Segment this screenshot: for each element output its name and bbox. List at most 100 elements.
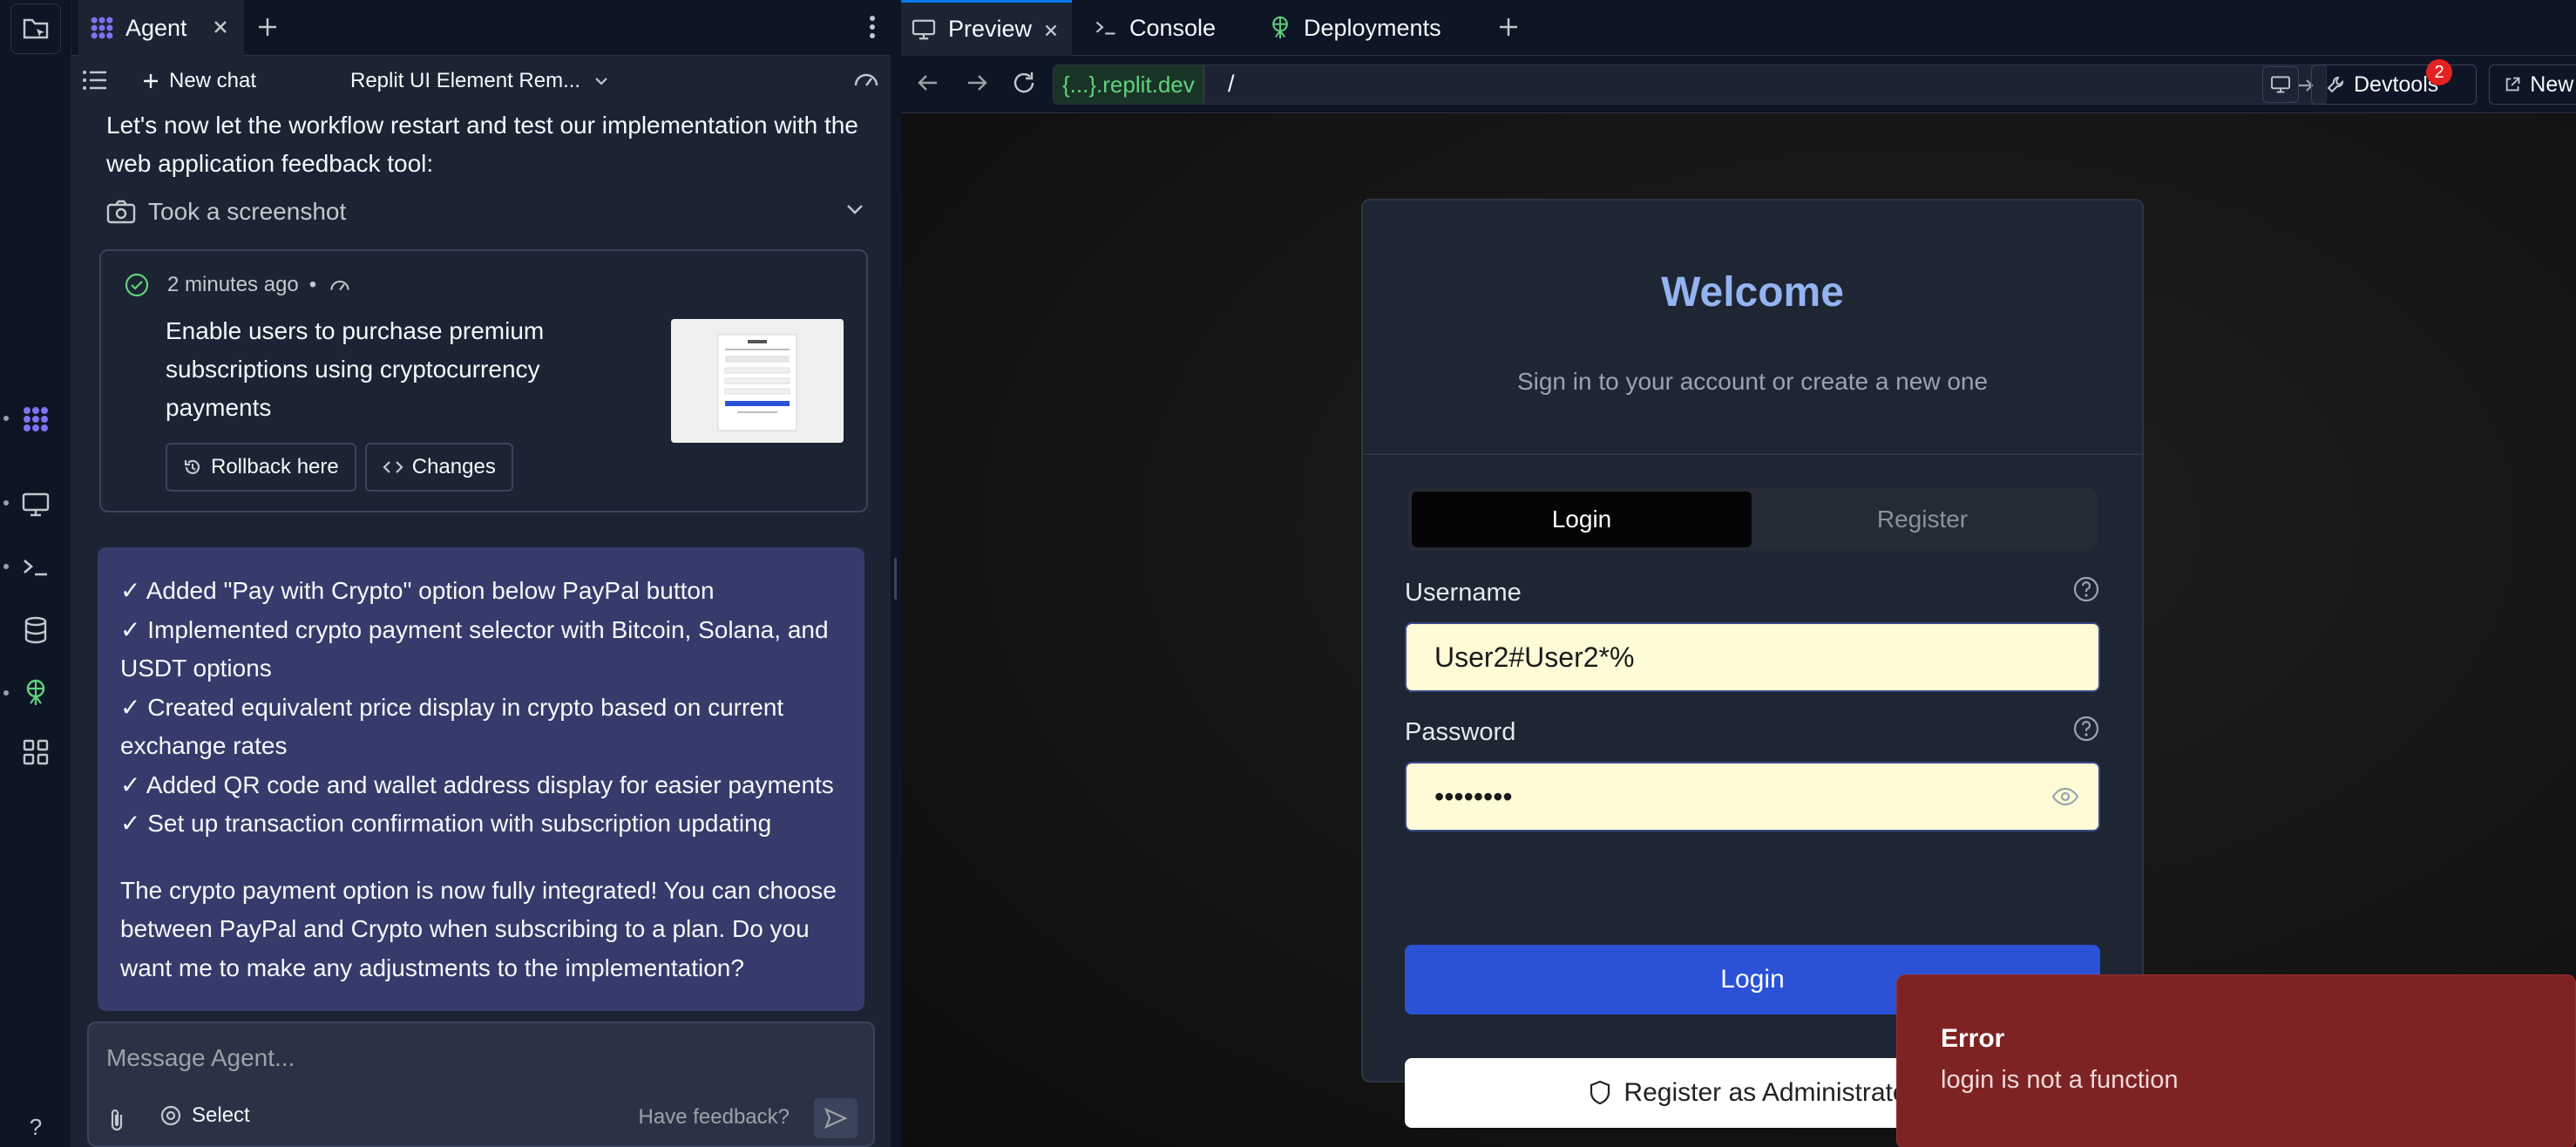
database-icon (24, 616, 47, 644)
chat-history[interactable]: Let's now let the workflow restart and t… (71, 106, 891, 1021)
password-field[interactable]: •••••••• (1405, 762, 2100, 831)
folder-cursor-icon (23, 18, 49, 39)
add-tab-icon[interactable] (254, 14, 281, 40)
gauge-icon (330, 280, 349, 291)
camera-icon (106, 200, 136, 224)
files-icon-button[interactable] (10, 3, 61, 54)
tab-label: Deployments (1304, 14, 1441, 41)
feedback-link[interactable]: Have feedback? (639, 1105, 790, 1130)
register-admin-label: Register as Administrator (1624, 1078, 1916, 1107)
page-title: Welcome (1661, 269, 1844, 316)
toast-message: login is not a function (1941, 1066, 2179, 1094)
close-icon[interactable] (1041, 20, 1061, 41)
screenshot-action-row[interactable]: Took a screenshot (106, 192, 866, 232)
code-icon (383, 461, 403, 473)
preview-viewport: Welcome Sign in to your account or creat… (901, 113, 2576, 1147)
apps-nav-button[interactable] (10, 727, 61, 777)
workspace-pane: Preview Console Deployments {...}.replit… (901, 0, 2576, 1147)
left-rail: ? (0, 0, 71, 1147)
add-tab-icon[interactable] (1495, 14, 1522, 40)
help-button[interactable]: ? (10, 1107, 61, 1147)
panel-resize-handle[interactable] (891, 0, 901, 1147)
history-icon (184, 459, 200, 474)
send-button[interactable] (814, 1098, 858, 1138)
tab-console[interactable]: Console (1084, 0, 1258, 56)
tab-login[interactable]: Login (1412, 492, 1752, 547)
paperclip-icon[interactable] (106, 1107, 127, 1133)
changes-button[interactable]: Changes (364, 443, 513, 492)
forward-arrow-icon[interactable] (964, 70, 990, 96)
meta-separator: • (308, 273, 317, 296)
eye-icon[interactable] (2051, 784, 2079, 809)
checklist-item: ✓ Added QR code and wallet address displ… (120, 770, 834, 798)
nav-dot (3, 500, 9, 506)
checkpoint-card: 2 minutes ago • Enable users to purchase… (99, 249, 868, 512)
resize-grip (894, 558, 897, 600)
page-subtitle: Sign in to your account or create a new … (1516, 368, 1989, 395)
chevron-down-icon[interactable] (844, 200, 866, 218)
agent-panel: Agent New chat Replit UI Element Rem... … (71, 0, 891, 1147)
username-label: Username (1405, 579, 1522, 607)
console-nav-button[interactable] (10, 542, 61, 593)
url-field[interactable]: {...}.replit.dev / (1053, 64, 2327, 105)
tab-label: Preview (948, 16, 1033, 42)
terminal-icon (24, 560, 47, 576)
toast-title: Error (1941, 1024, 2005, 1053)
tab-deployments[interactable]: Deployments (1258, 0, 1485, 56)
tab-preview[interactable]: Preview (901, 0, 1072, 56)
agent-intro-text: Let's now let the workflow restart and t… (106, 112, 858, 177)
list-icon[interactable] (82, 68, 108, 92)
plus-icon (144, 74, 158, 88)
rollback-button[interactable]: Rollback here (166, 443, 356, 492)
tab-register[interactable]: Register (1752, 492, 2093, 547)
checkpoint-thumbnail[interactable] (671, 319, 844, 443)
preview-nav-button[interactable] (10, 479, 61, 530)
help-circle-icon[interactable] (2072, 575, 2100, 603)
help-circle-icon[interactable] (2072, 715, 2100, 743)
new-tab-button[interactable]: New tab (2489, 64, 2576, 105)
active-indicator (3, 416, 9, 421)
changes-label: Changes (411, 455, 496, 478)
tab-agent[interactable]: Agent (78, 0, 244, 56)
external-link-icon (2505, 77, 2520, 92)
select-element-button[interactable]: Select (159, 1103, 250, 1128)
tab-agent-label: Agent (125, 14, 187, 41)
message-closing: The crypto payment option is now fully i… (120, 876, 837, 981)
nav-dot (3, 564, 9, 569)
username-field[interactable]: User2#User2*% (1405, 622, 2100, 692)
error-toast[interactable]: Error login is not a function (1896, 974, 2576, 1147)
device-toggle-button[interactable] (2262, 66, 2299, 103)
divider (1363, 453, 2142, 455)
select-label: Select (192, 1103, 250, 1127)
agent-message: ✓ Added "Pay with Crypto" option below P… (98, 547, 864, 1011)
grid-icon (23, 739, 49, 765)
agent-nav-button[interactable] (10, 394, 61, 445)
tab-label: Console (1129, 14, 1217, 41)
auth-card: Welcome Sign in to your account or creat… (1361, 199, 2144, 1128)
deployments-icon (1272, 16, 1288, 39)
checklist-item: ✓ Added "Pay with Crypto" option below P… (120, 577, 715, 604)
rollback-label: Rollback here (211, 455, 339, 478)
checklist-item: ✓ Set up transaction confirmation with s… (120, 810, 772, 837)
database-nav-button[interactable] (10, 605, 61, 655)
workspace-tabbar: Preview Console Deployments (901, 0, 2576, 56)
new-chat-button[interactable]: New chat (141, 66, 256, 96)
chat-name-label: Replit UI Element Rem... (350, 69, 581, 92)
agent-icon (24, 407, 48, 431)
back-arrow-icon[interactable] (915, 70, 941, 96)
url-domain: {...}.replit.dev (1054, 65, 1204, 104)
message-input[interactable]: Message Agent... (106, 1044, 295, 1072)
close-icon[interactable] (209, 16, 232, 38)
checkpoint-title: Enable users to purchase premium subscri… (166, 317, 545, 421)
wrench-icon (2327, 77, 2343, 93)
checkpoint-actions: Rollback here Changes (166, 443, 513, 492)
refresh-icon[interactable] (1011, 70, 1037, 96)
chat-name-dropdown[interactable]: Replit UI Element Rem... (350, 66, 610, 96)
more-vertical-icon[interactable] (866, 14, 878, 40)
help-icon: ? (29, 1113, 43, 1140)
password-label: Password (1405, 718, 1516, 746)
deployments-nav-button[interactable] (10, 668, 61, 718)
terminal-icon (1095, 21, 1115, 35)
shield-icon (1590, 1080, 1610, 1105)
gauge-icon[interactable] (852, 66, 880, 92)
